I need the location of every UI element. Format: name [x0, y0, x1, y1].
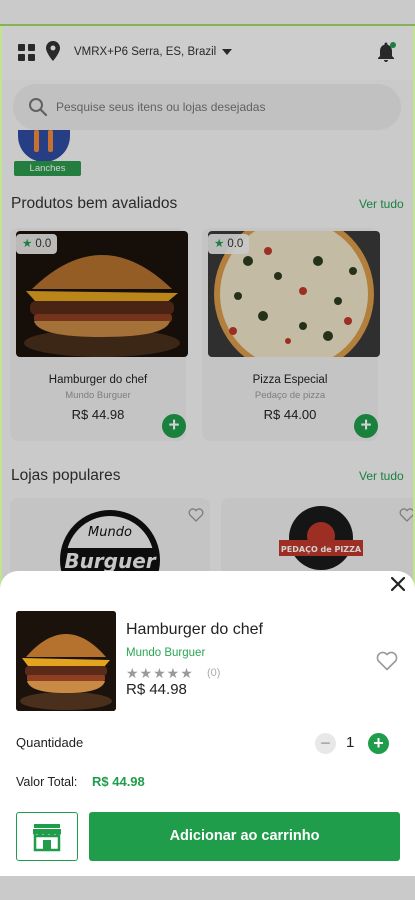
sheet-product-name: Hamburger do chef	[126, 621, 263, 638]
store-icon	[33, 824, 61, 852]
heart-icon[interactable]	[376, 651, 398, 671]
sheet-store-name[interactable]: Mundo Burguer	[126, 647, 205, 659]
quantity-increase-button[interactable]: +	[368, 733, 389, 754]
sheet-product-image	[16, 611, 116, 711]
quantity-value: 1	[346, 734, 355, 751]
rating-stars-icon: ★★★★★	[126, 665, 194, 681]
total-value: R$ 44.98	[92, 774, 145, 789]
visit-store-button[interactable]	[16, 812, 78, 861]
sheet-price: R$ 44.98	[126, 681, 187, 698]
close-icon[interactable]	[389, 575, 407, 593]
add-to-cart-button[interactable]: Adicionar ao carrinho	[89, 812, 400, 861]
quantity-label: Quantidade	[16, 735, 84, 750]
total-label: Valor Total:	[16, 775, 78, 789]
home-screen: VMRX+P6 Serra, ES, Brazil Pesquise seus …	[0, 0, 415, 900]
review-count: (0)	[207, 667, 221, 679]
quantity-decrease-button[interactable]: −	[315, 733, 336, 754]
